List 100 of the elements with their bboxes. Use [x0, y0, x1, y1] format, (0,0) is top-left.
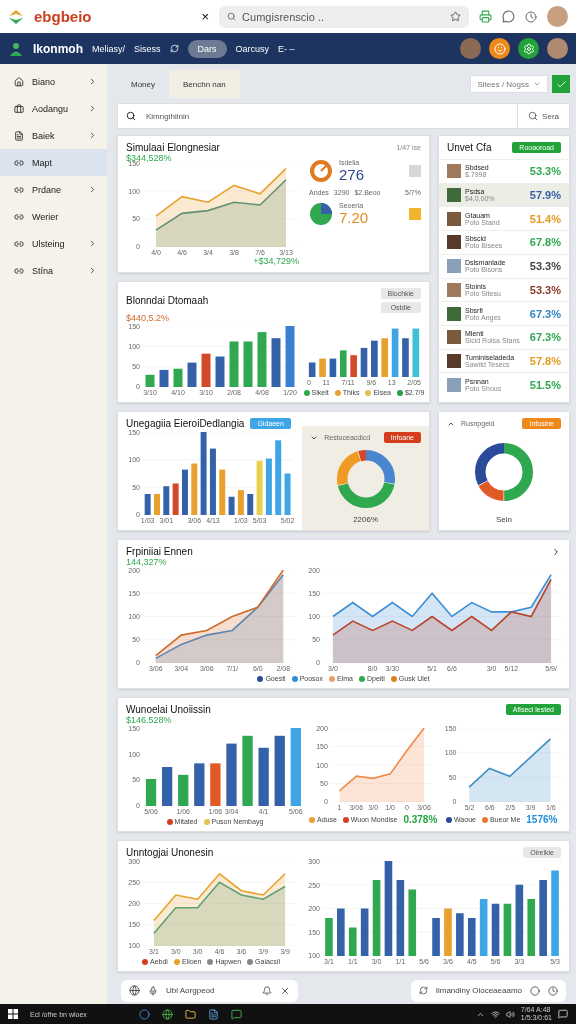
tab[interactable]: Benchn nan	[169, 70, 240, 98]
bar	[229, 341, 239, 387]
person-value: 53.3%	[529, 260, 561, 273]
card-value: $344,528%	[126, 153, 173, 163]
bar	[258, 747, 269, 806]
wifi-icon[interactable]	[490, 1009, 500, 1019]
notification-icon[interactable]	[558, 1009, 568, 1019]
bar	[257, 332, 267, 387]
sidebar-item[interactable]: Prdane	[0, 176, 107, 203]
globe-icon[interactable]	[161, 1008, 173, 1020]
chevron-right-icon[interactable]	[551, 546, 561, 557]
refresh-icon[interactable]	[418, 986, 428, 995]
bar	[432, 918, 440, 956]
folder-icon[interactable]	[184, 1008, 196, 1020]
close-button[interactable]: ×	[201, 9, 210, 24]
circle-icon[interactable]	[530, 985, 540, 996]
photo-placeholder	[447, 306, 461, 321]
chevron-down-icon	[533, 80, 541, 88]
nav-item[interactable]: Dars	[187, 39, 227, 58]
avatar-photo[interactable]	[547, 38, 568, 59]
chat-icon[interactable]	[230, 1008, 242, 1020]
bar	[284, 473, 291, 515]
link-icon	[14, 184, 24, 195]
bar	[444, 908, 452, 956]
bar	[456, 913, 464, 956]
sidebar-item[interactable]: Baiek	[0, 122, 107, 149]
link-icon	[14, 211, 24, 222]
speaker-icon[interactable]	[505, 1009, 515, 1019]
photo-placeholder	[447, 211, 461, 226]
bar	[391, 328, 399, 377]
bar	[145, 778, 157, 806]
bar	[256, 460, 263, 515]
circle-icon[interactable]	[138, 1008, 150, 1020]
bar	[209, 448, 216, 515]
chat-icon[interactable]	[502, 10, 515, 23]
tab[interactable]: Money	[117, 70, 169, 98]
nav-item[interactable]: Meliasy/	[92, 43, 125, 54]
star-icon[interactable]	[450, 11, 461, 22]
kpi-value: 276	[339, 166, 365, 183]
bar	[210, 763, 221, 806]
photo-placeholder	[447, 259, 461, 274]
chart-caption: Sein	[495, 515, 513, 524]
nav-item[interactable]: Sisess	[134, 43, 161, 54]
bar	[243, 341, 253, 387]
photo-placeholder	[447, 235, 461, 250]
address-bar[interactable]: Cumgisrenscio ..	[219, 5, 469, 28]
windows-icon[interactable]	[8, 1009, 18, 1019]
refresh-icon[interactable]	[169, 44, 179, 53]
status-text: Ubi Aorgpeod	[166, 986, 215, 995]
microphone-icon[interactable]	[148, 985, 158, 996]
avatar-photo[interactable]	[460, 38, 481, 59]
sidebar-item[interactable]: Aodangu	[0, 95, 107, 122]
bar	[247, 493, 254, 515]
total-value: 0.378%	[403, 814, 438, 825]
printer-icon[interactable]	[479, 10, 492, 23]
bar	[187, 362, 197, 387]
clock-icon[interactable]	[548, 985, 558, 996]
card-value: 144,327%	[126, 557, 168, 567]
bar	[360, 908, 369, 956]
bar	[527, 899, 536, 956]
close-icon[interactable]	[280, 985, 291, 996]
card-title: Frpiniiai Ennen	[126, 546, 193, 557]
nav-item[interactable]: Oarcusy	[235, 43, 270, 54]
search-field[interactable]: Kimngihiinin Sera	[117, 103, 570, 129]
sidebar-item[interactable]: Werier	[0, 203, 107, 230]
sidebar-item[interactable]: Mapt	[0, 149, 107, 176]
bar	[145, 374, 155, 387]
smiley-icon[interactable]	[489, 38, 510, 59]
total-value: 1576%	[526, 814, 558, 825]
bar	[219, 469, 226, 515]
sidebar-item[interactable]: Stína	[0, 257, 107, 284]
filter-dropdown[interactable]: Sitees / Nogss	[470, 75, 548, 93]
bar	[408, 889, 417, 956]
person-value: 67.8%	[529, 236, 561, 249]
globe-icon[interactable]	[129, 985, 140, 996]
kpi-value: 7.20	[339, 209, 369, 226]
bar	[159, 369, 169, 387]
gear-icon[interactable]	[518, 38, 539, 59]
bar	[491, 903, 500, 956]
bar	[479, 899, 488, 956]
card-value: +$34,729%	[252, 256, 299, 266]
bar	[162, 767, 173, 806]
link-icon	[14, 157, 24, 168]
bar	[503, 903, 512, 956]
link-icon	[14, 265, 24, 276]
bar	[201, 353, 211, 387]
sidebar-item[interactable]: Biano	[0, 68, 107, 95]
bar	[371, 340, 378, 377]
bar	[308, 362, 316, 377]
clock-icon[interactable]	[525, 10, 537, 23]
person-value: 57.8%	[529, 354, 561, 367]
bell-icon[interactable]	[262, 985, 273, 996]
bar	[350, 355, 357, 377]
briefcase-icon	[14, 103, 24, 114]
person-value: 67.3%	[529, 307, 561, 320]
bar	[182, 469, 188, 515]
sidebar-item[interactable]: Ulsteing	[0, 230, 107, 257]
nav-item[interactable]: E- –	[278, 43, 295, 54]
card-title: Unvet Cfa	[447, 142, 492, 153]
document-icon[interactable]	[207, 1008, 219, 1020]
